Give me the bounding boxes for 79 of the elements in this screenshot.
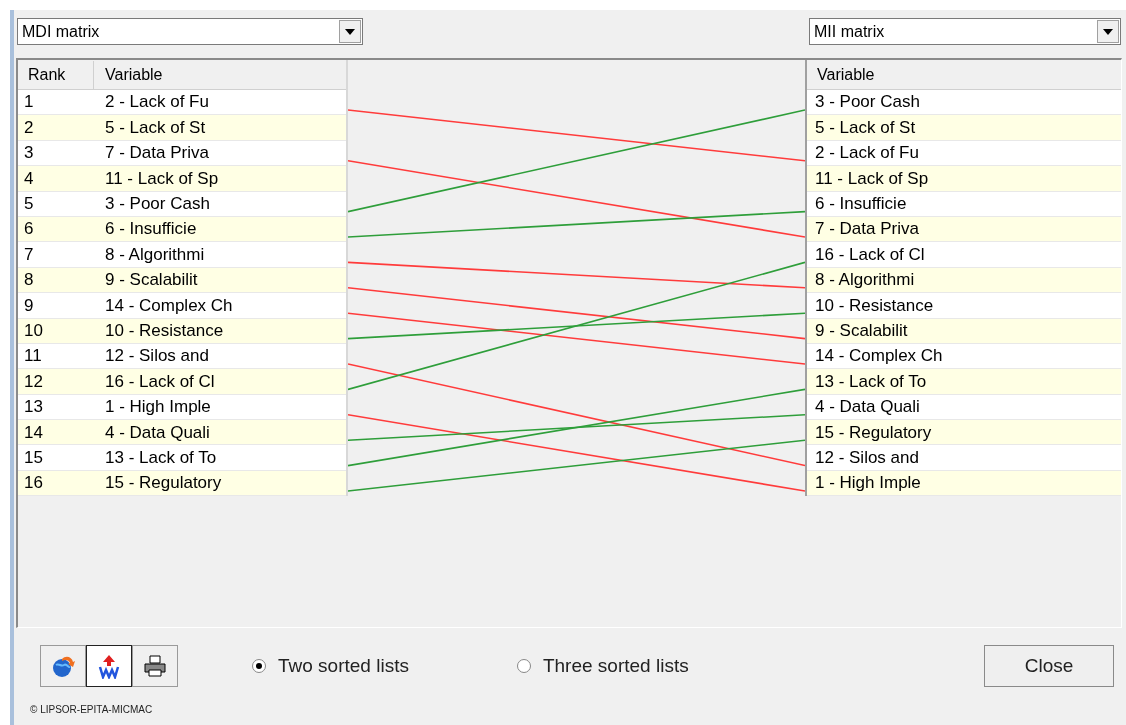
variable-cell-text: 1 - High Imple [104,396,212,419]
radio-option[interactable]: Two sorted lists [252,651,409,681]
rank-cell-text: 4 [23,167,35,190]
rank-cell-text: 10 [23,319,44,342]
table-row[interactable]: 7 8 - Algorithmi [18,242,346,268]
variable-cell-text: 6 - Insufficie [104,218,198,241]
variable-cell[interactable]: 15 - Regulatory [807,420,1121,446]
rank-cell-text: 11 [23,345,43,368]
table-row[interactable]: 12 16 - Lack of Cl [18,369,346,395]
table-row[interactable]: 16 15 - Regulatory [18,470,346,497]
radio-option[interactable]: Three sorted lists [516,651,689,681]
variable-cell[interactable]: 4 - Data Quali [807,394,1121,421]
rank-cell-text: 12 [23,370,44,393]
variable-cell-text: 10 - Resistance [104,319,225,342]
column-header: Variable [104,65,164,85]
variable-cell[interactable]: 6 - Insufficie [807,191,1121,217]
table-row[interactable]: 5 3 - Poor Cash [18,191,346,217]
rank-cell-text: 7 [23,243,35,266]
column-header: Rank [18,61,94,89]
variable-cell-text: 16 - Lack of Cl [104,370,216,393]
rank-cell-text: 5 [23,193,35,215]
variable-cell[interactable]: 12 - Silos and [807,445,1121,471]
variable-cell[interactable]: 1 - High Imple [807,470,1121,497]
rank-cell-text: 15 [23,446,44,469]
variable-cell[interactable]: 2 - Lack of Fu [807,140,1121,167]
variable-cell-text: 5 - Lack of St [104,116,207,139]
variable-cell[interactable]: 10 - Resistance [807,293,1121,319]
variable-cell[interactable]: 9 - Scalabilit [807,318,1121,344]
copyright-text: © LIPSOR-EPITA-MICMAC [29,703,154,717]
variable-cell[interactable]: 3 - Poor Cash [807,90,1121,116]
table-row[interactable]: 13 1 - High Imple [18,394,346,421]
toolbar-button[interactable] [86,645,132,687]
variable-cell-text: 8 - Algorithmi [104,243,206,266]
variable-cell-text: 9 - Scalabilit [104,269,199,292]
variable-cell[interactable]: 7 - Data Priva [807,216,1121,243]
variable-cell[interactable]: 5 - Lack of St [807,115,1121,141]
rank-cell-text: 8 [23,269,35,292]
close-button[interactable]: Close [984,645,1114,687]
table-row[interactable]: 10 10 - Resistance [18,318,346,344]
rank-cell-text: 2 [23,116,35,139]
table-row[interactable]: 11 12 - Silos and [18,343,346,370]
variable-cell-text: 7 - Data Priva [104,142,210,165]
variable-cell[interactable]: 8 - Algorithmi [807,267,1121,294]
w-up-arrow-icon [96,653,122,679]
table-row[interactable]: 6 6 - Insufficie [18,216,346,243]
variable-cell[interactable]: 14 - Complex Ch [807,343,1121,370]
table-row[interactable]: 3 7 - Data Priva [18,140,346,167]
table-row[interactable]: 2 5 - Lack of St [18,115,346,141]
rank-cell-text: 1 [23,91,35,114]
rank-cell-text: 6 [23,218,35,241]
variable-cell-text: 2 - Lack of Fu [104,91,210,114]
table-row[interactable]: 9 14 - Complex Ch [18,293,346,319]
matrix-dropdown[interactable]: MDI matrix [17,18,363,45]
variable-cell-text: 14 - Complex Ch [104,294,234,317]
variable-cell[interactable]: 11 - Lack of Sp [807,166,1121,192]
variable-cell-text: 15 - Regulatory [104,472,223,495]
rank-cell-text: 13 [23,396,44,419]
variable-cell-text: 13 - Lack of To [104,446,218,469]
table-row[interactable]: 14 4 - Data Quali [18,420,346,446]
rank-cell-text: 16 [23,472,44,495]
variable-cell[interactable]: 16 - Lack of Cl [807,242,1121,268]
column-header: Variable [816,65,875,85]
variable-cell-text: 3 - Poor Cash [104,193,211,215]
variable-cell-text: 11 - Lack of Sp [104,167,220,190]
matrix-dropdown[interactable]: MII matrix [809,18,1121,45]
variable-cell[interactable]: 13 - Lack of To [807,369,1121,395]
table-row[interactable]: 4 11 - Lack of Sp [18,166,346,192]
radio-button[interactable] [252,659,266,673]
rank-cell-text: 3 [23,142,35,165]
printer-icon [142,653,168,679]
table-row[interactable]: 8 9 - Scalabilit [18,267,346,294]
radio-button[interactable] [516,659,531,673]
toolbar-button[interactable] [132,645,178,687]
table-row[interactable]: 15 13 - Lack of To [18,445,346,471]
variable-cell-text: 4 - Data Quali [104,421,211,444]
variable-cell-text: 12 - Silos and [104,345,210,368]
rank-cell-text: 14 [23,421,44,444]
rank-cell-text: 9 [23,294,35,317]
table-row[interactable]: 1 2 - Lack of Fu [18,90,346,116]
